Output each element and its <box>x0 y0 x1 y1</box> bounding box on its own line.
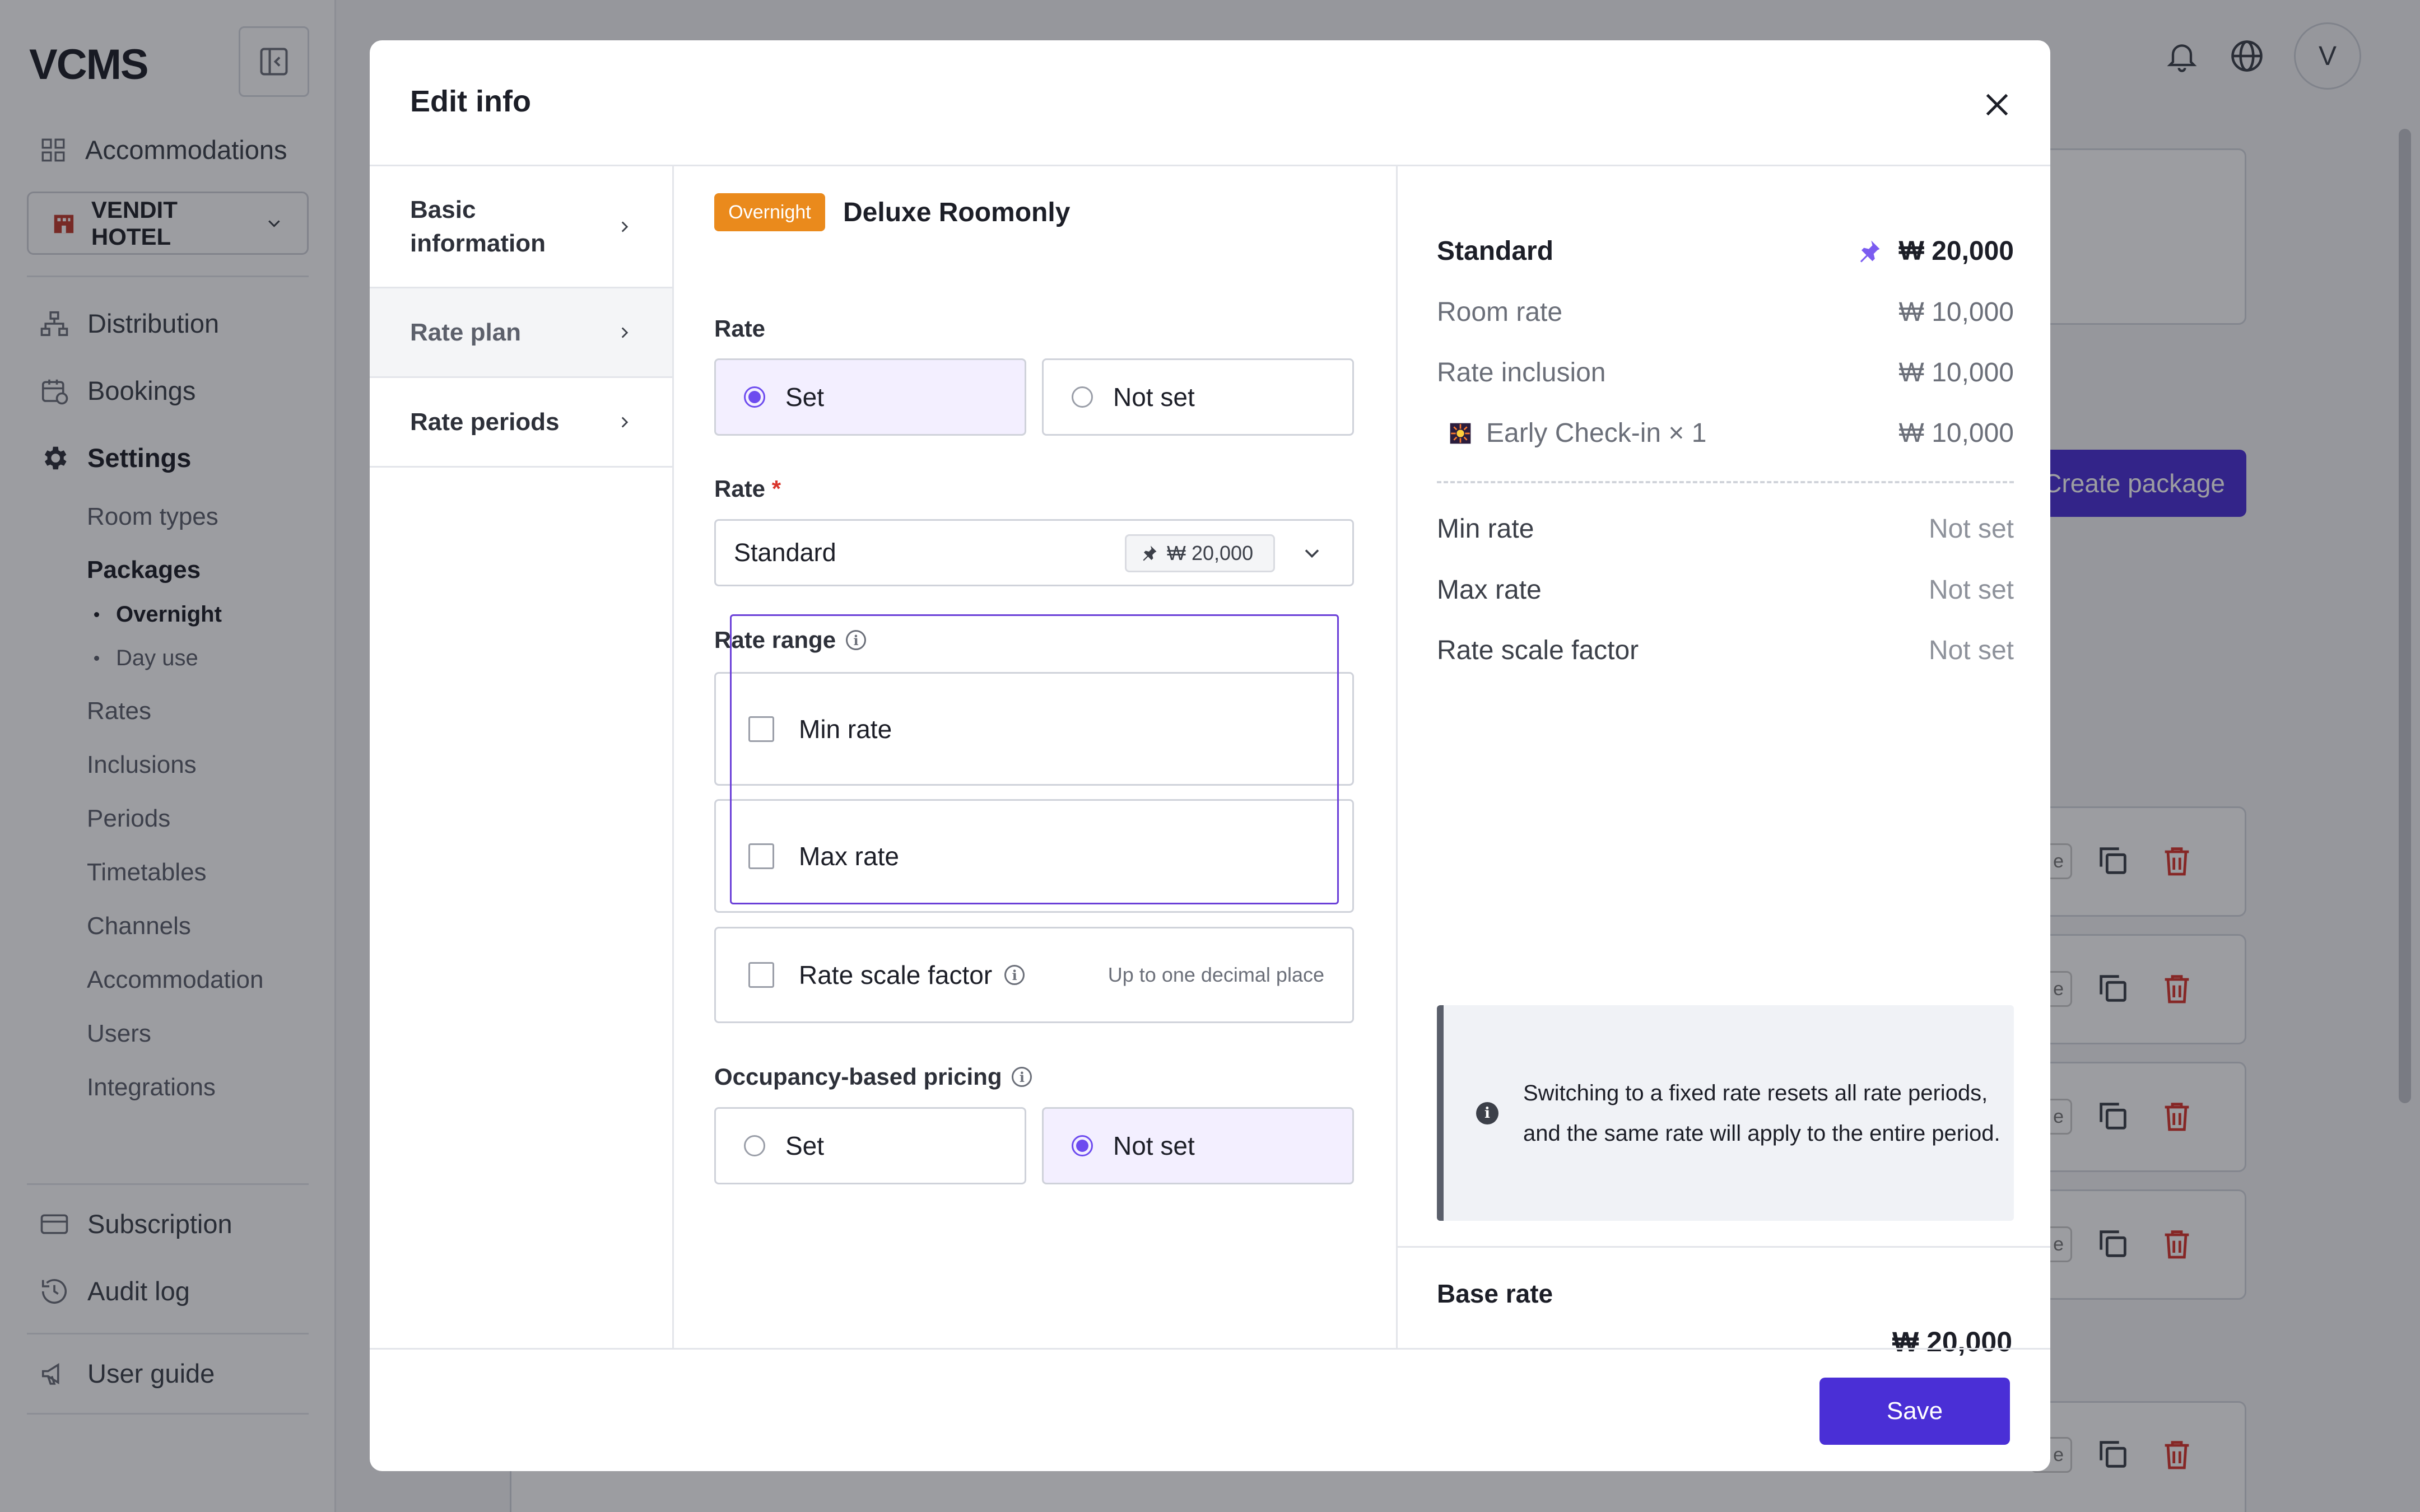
rate-set-option[interactable]: Set <box>714 358 1026 436</box>
modal-title: Edit info <box>410 85 531 118</box>
checkbox[interactable] <box>748 962 774 988</box>
chevron-right-icon <box>621 416 629 428</box>
info-icon[interactable]: i <box>1012 1067 1032 1087</box>
summary-rate-inclusion-row: Rate inclusion ₩ 10,000 <box>1437 357 2014 388</box>
row-value: Not set <box>1928 514 2014 544</box>
occupancy-set-option[interactable]: Set <box>714 1107 1026 1184</box>
rate-not-set-option[interactable]: Not set <box>1042 358 1354 436</box>
row-label: Max rate <box>1437 575 1542 605</box>
plan-total: ₩ 20,000 <box>1898 236 2014 266</box>
inclusion-item: Early Check-in × 1 <box>1437 418 1707 449</box>
tab-basic-information[interactable]: Basic information <box>370 166 672 288</box>
rate-section-label: Rate <box>714 315 766 342</box>
row-label: Early Check-in × 1 <box>1486 418 1707 448</box>
chip-value: ₩ 20,000 <box>1167 542 1254 564</box>
occupancy-not-set-option[interactable]: Not set <box>1042 1107 1354 1184</box>
radio-unchecked <box>1072 386 1093 408</box>
tab-label: Rate plan <box>410 318 522 346</box>
firework-icon <box>1450 423 1471 444</box>
plan-total-group: ₩ 20,000 <box>1854 236 2014 267</box>
rate-select[interactable]: Standard ₩ 20,000 <box>714 519 1354 586</box>
base-rate-label: Base rate <box>1437 1279 1553 1308</box>
row-value: Not set <box>1928 636 2014 665</box>
modal-header: Edit info <box>370 40 2050 166</box>
fixed-rate-notice: i Switching to a fixed rate resets all r… <box>1437 1005 2014 1221</box>
option-label: Set <box>785 1131 825 1160</box>
rate-scale-hint: Up to one decimal place <box>1107 963 1324 986</box>
info-icon[interactable]: i <box>1004 965 1025 985</box>
tab-rate-periods[interactable]: Rate periods <box>370 378 672 468</box>
summary-scale-row: Rate scale factor Not set <box>1437 635 2014 666</box>
label-text: Rate <box>714 475 766 502</box>
option-label: Not set <box>1113 1131 1195 1160</box>
chevron-right-icon <box>621 221 629 232</box>
room-name: Deluxe Roomonly <box>843 198 1071 227</box>
edit-info-modal: Edit info Basic information Rate plan Ra… <box>370 40 2050 1471</box>
summary-plan-row: Standard ₩ 20,000 <box>1437 236 2014 267</box>
package-type-badge: Overnight <box>714 193 825 231</box>
summary-divider <box>1437 481 2014 483</box>
summary-divider <box>1398 1246 2050 1248</box>
rate-plan-form: Overnight Deluxe Roomonly Rate Set Not s… <box>674 166 1396 1348</box>
focus-outline <box>730 614 1339 904</box>
rate-summary-panel: Standard ₩ 20,000 Room rate ₩ 10,000 Rat… <box>1396 166 2050 1357</box>
modal-tabs: Basic information Rate plan Rate periods <box>370 166 674 1348</box>
select-value: Standard <box>734 538 836 567</box>
summary-room-rate-row: Room rate ₩ 10,000 <box>1437 297 2014 328</box>
pin-icon <box>1143 545 1157 561</box>
radio-checked <box>1072 1135 1093 1156</box>
row-value: ₩ 10,000 <box>1898 418 2014 448</box>
save-button[interactable]: Save <box>1819 1378 2010 1445</box>
info-filled-icon: i <box>1476 1102 1498 1124</box>
modal-footer: Save <box>370 1348 2050 1471</box>
row-label: Rate scale factor <box>1437 636 1639 665</box>
row-value: Not set <box>1928 575 2014 605</box>
radio-unchecked <box>744 1135 765 1156</box>
close-button[interactable] <box>1972 80 2022 130</box>
tab-rate-plan[interactable]: Rate plan <box>370 288 672 378</box>
row-value: ₩ 10,000 <box>1898 297 2014 327</box>
option-label: Set <box>785 382 825 412</box>
rate-scale-factor-checkbox[interactable]: Rate scale factor i Up to one decimal pl… <box>714 927 1354 1023</box>
row-label: Min rate <box>1437 514 1534 544</box>
option-label: Not set <box>1113 382 1195 412</box>
summary-min-rate-row: Min rate Not set <box>1437 514 2014 544</box>
plan-name: Standard <box>1437 236 1554 266</box>
required-mark: * <box>771 475 781 502</box>
pin-icon <box>1860 240 1880 262</box>
occupancy-label: Occupancy-based pricing i <box>714 1063 1032 1090</box>
checkbox-label: Rate scale factor <box>799 960 993 990</box>
rate-chip: ₩ 20,000 <box>1125 534 1275 572</box>
notice-line: and the same rate will apply to the enti… <box>1523 1121 2000 1146</box>
radio-checked <box>744 386 765 408</box>
summary-inclusion-item-row: Early Check-in × 1 ₩ 10,000 <box>1437 418 2014 449</box>
tab-label: Basic information <box>410 195 546 257</box>
notice-line: Switching to a fixed rate resets all rat… <box>1523 1080 1988 1105</box>
summary-max-rate-row: Max rate Not set <box>1437 575 2014 605</box>
close-icon <box>1986 94 2008 116</box>
row-value: ₩ 10,000 <box>1898 358 2014 388</box>
chevron-down-icon <box>1305 549 1319 558</box>
notice-text: Switching to a fixed rate resets all rat… <box>1523 1073 2016 1154</box>
row-label: Room rate <box>1437 297 1563 327</box>
row-label: Rate inclusion <box>1437 358 1606 388</box>
checkbox-label-group: Rate scale factor i <box>799 960 1025 990</box>
label-text: Occupancy-based pricing <box>714 1063 1002 1090</box>
chevron-right-icon <box>621 326 629 338</box>
rate-select-label: Rate * <box>714 475 781 502</box>
tab-label: Rate periods <box>410 408 560 436</box>
